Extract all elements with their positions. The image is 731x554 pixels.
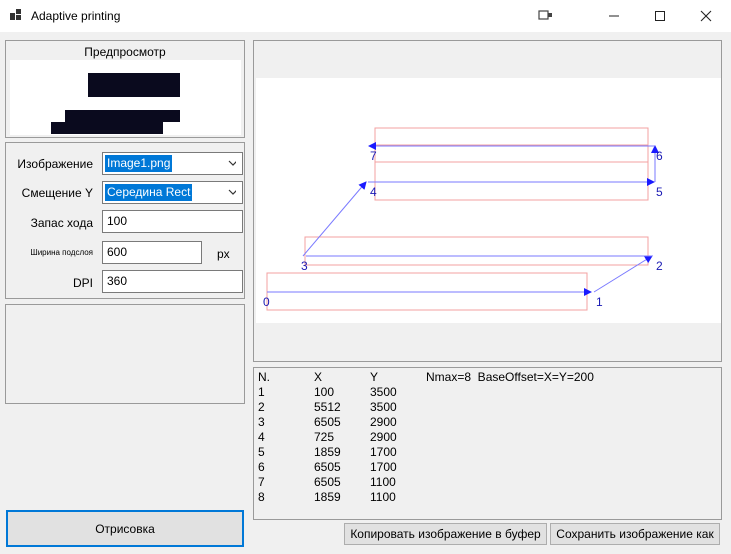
- col-header-y: Y: [370, 370, 379, 384]
- image-select-value: Image1.png: [105, 155, 173, 172]
- maximize-icon: [655, 11, 665, 21]
- point-label-1: 1: [596, 295, 603, 309]
- table-cell: 6505: [314, 475, 341, 489]
- minimize-button[interactable]: [591, 0, 637, 32]
- point-label-0: 0: [263, 295, 270, 309]
- app-icon: [10, 9, 22, 21]
- settings-panel: Изображение Image1.png Смещение Y Середи…: [5, 142, 245, 299]
- table-cell: 100: [314, 385, 335, 399]
- dpi-label: DPI: [72, 276, 93, 290]
- table-row: 5 1859 1700: [254, 445, 554, 460]
- point-label-5: 5: [656, 185, 663, 199]
- point-label-2: 2: [656, 259, 663, 273]
- close-button[interactable]: [683, 0, 729, 32]
- copy-image-button[interactable]: Копировать изображение в буфер: [344, 523, 547, 545]
- preview-image: [10, 60, 241, 135]
- image-label: Изображение: [17, 157, 93, 171]
- table-row: 2 5512 3500: [254, 400, 554, 415]
- path-segment: [302, 181, 367, 257]
- table-cell: 2900: [370, 430, 397, 444]
- offset-select[interactable]: Середина Rect: [102, 181, 243, 204]
- table-cell: 1700: [370, 445, 397, 459]
- image-select[interactable]: Image1.png: [102, 152, 243, 175]
- table-row: 7 6505 1100: [254, 475, 554, 490]
- col-header-x: X: [314, 370, 323, 384]
- table-cell: 1100: [370, 475, 396, 489]
- table-cell: 1100: [370, 490, 396, 504]
- table-body: 1 100 3500 2 5512 3500 3 6505 2900 4 725 2900 5 1859 1…: [254, 385, 554, 505]
- point-label-3: 3: [301, 259, 308, 273]
- table-cell: 7: [258, 475, 265, 489]
- table-cell: 725: [314, 430, 335, 444]
- coordinates-panel: N. X Y Nmax=8 BaseOffset=X=Y=200 1 100 350…: [253, 367, 722, 520]
- table-cell: 1859: [314, 490, 341, 504]
- window-title: Adaptive printing: [31, 9, 121, 23]
- layer-rect: [374, 144, 649, 163]
- canvas-panel: 0 1 2 3 4 5 6 7: [253, 40, 722, 362]
- table-cell: 6505: [314, 460, 341, 474]
- table-cell: 1700: [370, 460, 397, 474]
- table-row: 4 725 2900: [254, 430, 554, 445]
- table-row: 6 6505 1700: [254, 460, 554, 475]
- table-cell: 1859: [314, 445, 341, 459]
- table-row: 1 100 3500: [254, 385, 554, 400]
- table-cell: 5: [258, 445, 265, 459]
- canvas-area: 0 1 2 3 4 5 6 7: [256, 78, 721, 323]
- table-row: 8 1859 1100: [254, 490, 554, 505]
- table-cell: 3500: [370, 400, 397, 414]
- table-cell: 6: [258, 460, 265, 474]
- sublayer-unit: px: [217, 247, 230, 261]
- empty-panel: [5, 304, 245, 404]
- table-cell: 8: [258, 490, 265, 504]
- chevron-down-icon: [228, 160, 236, 166]
- point-label-6: 6: [656, 149, 663, 163]
- stroke-label: Запас хода: [30, 216, 93, 230]
- table-cell: 5512: [314, 400, 341, 414]
- table-summary: Nmax=8 BaseOffset=X=Y=200: [426, 370, 594, 384]
- save-image-button[interactable]: Сохранить изображение как: [550, 523, 720, 545]
- table-cell: 1: [258, 385, 265, 399]
- offset-label: Смещение Y: [21, 186, 93, 200]
- minimize-icon: [609, 15, 619, 17]
- close-icon: [700, 10, 712, 22]
- layer-rect: [374, 127, 649, 201]
- snap-layout-icon[interactable]: [538, 9, 554, 21]
- draw-button[interactable]: Отрисовка: [6, 510, 244, 547]
- preview-panel: Предпросмотр: [5, 40, 245, 138]
- table-cell: 2900: [370, 415, 397, 429]
- layer-rect: [304, 236, 649, 266]
- col-header-n: N.: [258, 370, 270, 384]
- layer-rect: [374, 181, 649, 201]
- table-cell: 3500: [370, 385, 397, 399]
- preview-title: Предпросмотр: [84, 45, 166, 59]
- chevron-down-icon: [228, 189, 236, 195]
- dpi-input[interactable]: 360: [102, 270, 243, 293]
- table-cell: 2: [258, 400, 265, 414]
- offset-select-value: Середина Rect: [105, 184, 193, 201]
- table-cell: 4: [258, 430, 265, 444]
- path-diagram: [266, 127, 659, 311]
- title-bar: Adaptive printing: [0, 0, 731, 32]
- table-row: 3 6505 2900: [254, 415, 554, 430]
- table-cell: 6505: [314, 415, 341, 429]
- sublayer-label: Ширина подслоя: [30, 248, 93, 257]
- point-label-7: 7: [370, 149, 377, 163]
- stroke-input[interactable]: 100: [102, 210, 243, 233]
- sublayer-input[interactable]: 600: [102, 241, 202, 264]
- table-cell: 3: [258, 415, 265, 429]
- maximize-button[interactable]: [637, 0, 683, 32]
- point-label-4: 4: [370, 185, 377, 199]
- path-segment: [593, 255, 653, 293]
